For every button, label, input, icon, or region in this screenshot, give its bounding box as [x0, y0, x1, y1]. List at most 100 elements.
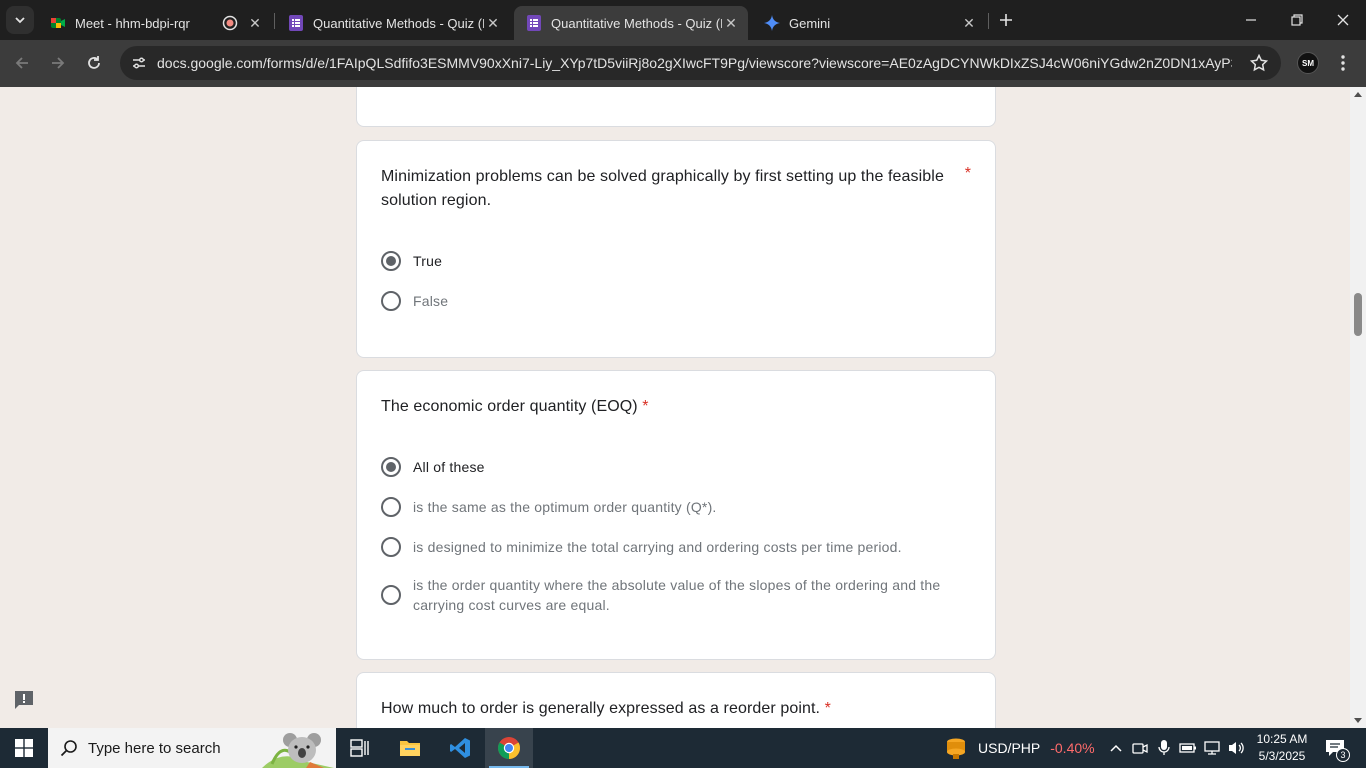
restore-icon [1291, 14, 1303, 26]
required-asterisk: * [824, 700, 831, 717]
notification-center-button[interactable]: 3 [1322, 736, 1350, 762]
gemini-icon [764, 15, 780, 31]
scroll-down-arrow-icon[interactable] [1350, 714, 1366, 728]
radio-button[interactable] [381, 291, 401, 311]
browser-tab-strip: Meet - hhm-bdpi-rqr ✕ Quantitative Metho… [0, 0, 1366, 40]
tab-title: Quantitative Methods - Quiz (Fi [551, 15, 722, 31]
question-title: Minimization problems can be solved grap… [381, 168, 944, 209]
tab-quiz-2-active[interactable]: Quantitative Methods - Quiz (Fi ✕ [514, 6, 748, 40]
arrow-right-icon [52, 57, 65, 69]
option-label: is the order quantity where the absolute… [413, 577, 941, 613]
notification-count-badge: 3 [1336, 748, 1350, 762]
new-tab-button[interactable] [994, 8, 1018, 32]
chrome-button[interactable] [485, 728, 533, 768]
minimize-icon [1246, 19, 1256, 21]
reload-icon [88, 56, 100, 69]
option-label: True [413, 253, 443, 269]
network-icon[interactable] [1202, 738, 1222, 758]
option-false[interactable]: False [381, 291, 448, 311]
tab-search-button[interactable] [6, 6, 34, 34]
restore-button[interactable] [1274, 0, 1320, 40]
reload-button[interactable] [80, 49, 108, 77]
meet-now-icon[interactable] [1130, 738, 1150, 758]
profile-avatar[interactable]: SM [1297, 52, 1319, 74]
forward-button[interactable] [44, 49, 72, 77]
tab-meet[interactable]: Meet - hhm-bdpi-rqr ✕ [38, 6, 272, 40]
arrow-left-icon [15, 57, 28, 69]
search-icon [60, 740, 77, 757]
option-label: All of these [413, 459, 485, 475]
report-feedback-button[interactable] [12, 688, 36, 712]
close-icon [1337, 14, 1349, 26]
profile-initials: SM [1302, 58, 1314, 68]
bookmark-button[interactable] [1249, 53, 1269, 73]
option-minimize-costs[interactable]: is designed to minimize the total carryi… [381, 537, 902, 557]
close-tab-icon[interactable]: ✕ [722, 14, 740, 32]
question-card: The economic order quantity (EOQ) * All … [356, 370, 996, 660]
taskbar-search-box[interactable]: Type here to search [48, 728, 336, 768]
more-vert-icon [1341, 55, 1345, 71]
option-label: is the same as the optimum order quantit… [413, 499, 717, 515]
task-view-button[interactable] [336, 728, 384, 768]
question-title: How much to order is generally expressed… [381, 697, 973, 721]
page-scrollbar[interactable] [1350, 87, 1366, 728]
option-true[interactable]: True [381, 251, 442, 271]
question-text: How much to order is generally expressed… [381, 700, 821, 717]
volume-icon[interactable] [1226, 738, 1246, 758]
tab-separator [274, 13, 275, 29]
option-label: False [413, 293, 449, 309]
vscode-button[interactable] [436, 728, 484, 768]
form-page: Minimization problems can be solved grap… [0, 87, 1350, 728]
chevron-down-icon [15, 17, 25, 24]
tab-quiz-1[interactable]: Quantitative Methods - Quiz (Fi ✕ [276, 6, 510, 40]
address-bar[interactable]: docs.google.com/forms/d/e/1FAIpQLSdfifo3… [120, 46, 1281, 80]
close-tab-icon[interactable]: ✕ [246, 14, 264, 32]
google-forms-icon [288, 15, 304, 31]
folder-icon [400, 741, 420, 756]
question-card: Minimization problems can be solved grap… [356, 140, 996, 358]
back-button[interactable] [8, 49, 36, 77]
scroll-up-arrow-icon[interactable] [1350, 87, 1366, 101]
question-card-previous [356, 87, 996, 127]
file-explorer-button[interactable] [386, 728, 434, 768]
site-info-button[interactable] [128, 52, 150, 74]
system-clock[interactable]: 10:25 AM 5/3/2025 [1252, 731, 1312, 765]
required-asterisk: * [964, 165, 971, 182]
start-button[interactable] [0, 728, 48, 768]
question-card: How much to order is generally expressed… [356, 672, 996, 728]
radio-button[interactable] [381, 251, 401, 271]
option-label: is designed to minimize the total carryi… [413, 539, 902, 555]
battery-icon[interactable] [1178, 738, 1198, 758]
star-icon [1250, 54, 1268, 72]
tab-title: Meet - hhm-bdpi-rqr [75, 15, 190, 31]
scrollbar-thumb[interactable] [1354, 293, 1362, 336]
tab-title: Gemini [789, 15, 831, 31]
option-optimum-order-quantity[interactable]: is the same as the optimum order quantit… [381, 497, 717, 517]
radio-button[interactable] [381, 537, 401, 557]
option-slopes-equal[interactable]: is the order quantity where the absolute… [381, 575, 951, 615]
tab-gemini[interactable]: Gemini ✕ [752, 6, 986, 40]
close-tab-icon[interactable]: ✕ [484, 14, 502, 32]
radio-button[interactable] [381, 457, 401, 477]
feedback-icon [15, 691, 33, 709]
clock-date: 5/3/2025 [1258, 749, 1306, 763]
option-all-of-these[interactable]: All of these [381, 457, 485, 477]
radio-button[interactable] [381, 497, 401, 517]
close-tab-icon[interactable]: ✕ [960, 14, 978, 32]
vscode-icon [450, 738, 470, 758]
search-placeholder: Type here to search [88, 739, 221, 757]
radio-button[interactable] [381, 585, 401, 605]
stock-ticker-widget[interactable]: USD/PHP -0.40% [944, 728, 1095, 768]
microphone-icon[interactable] [1154, 738, 1174, 758]
minimize-button[interactable] [1228, 0, 1274, 40]
windows-taskbar: Type here to search USD/PHP -0.40% 10:25… [0, 728, 1366, 768]
koala-illustration-icon [262, 733, 334, 768]
close-window-button[interactable] [1320, 0, 1366, 40]
browser-menu-button[interactable] [1332, 52, 1354, 74]
show-hidden-icons-button[interactable] [1106, 738, 1126, 758]
question-title: The economic order quantity (EOQ) * [381, 395, 973, 419]
coins-icon [947, 738, 965, 759]
ticker-change: -0.40% [1050, 740, 1095, 756]
clock-time: 10:25 AM [1256, 732, 1308, 746]
google-meet-icon [50, 15, 66, 31]
